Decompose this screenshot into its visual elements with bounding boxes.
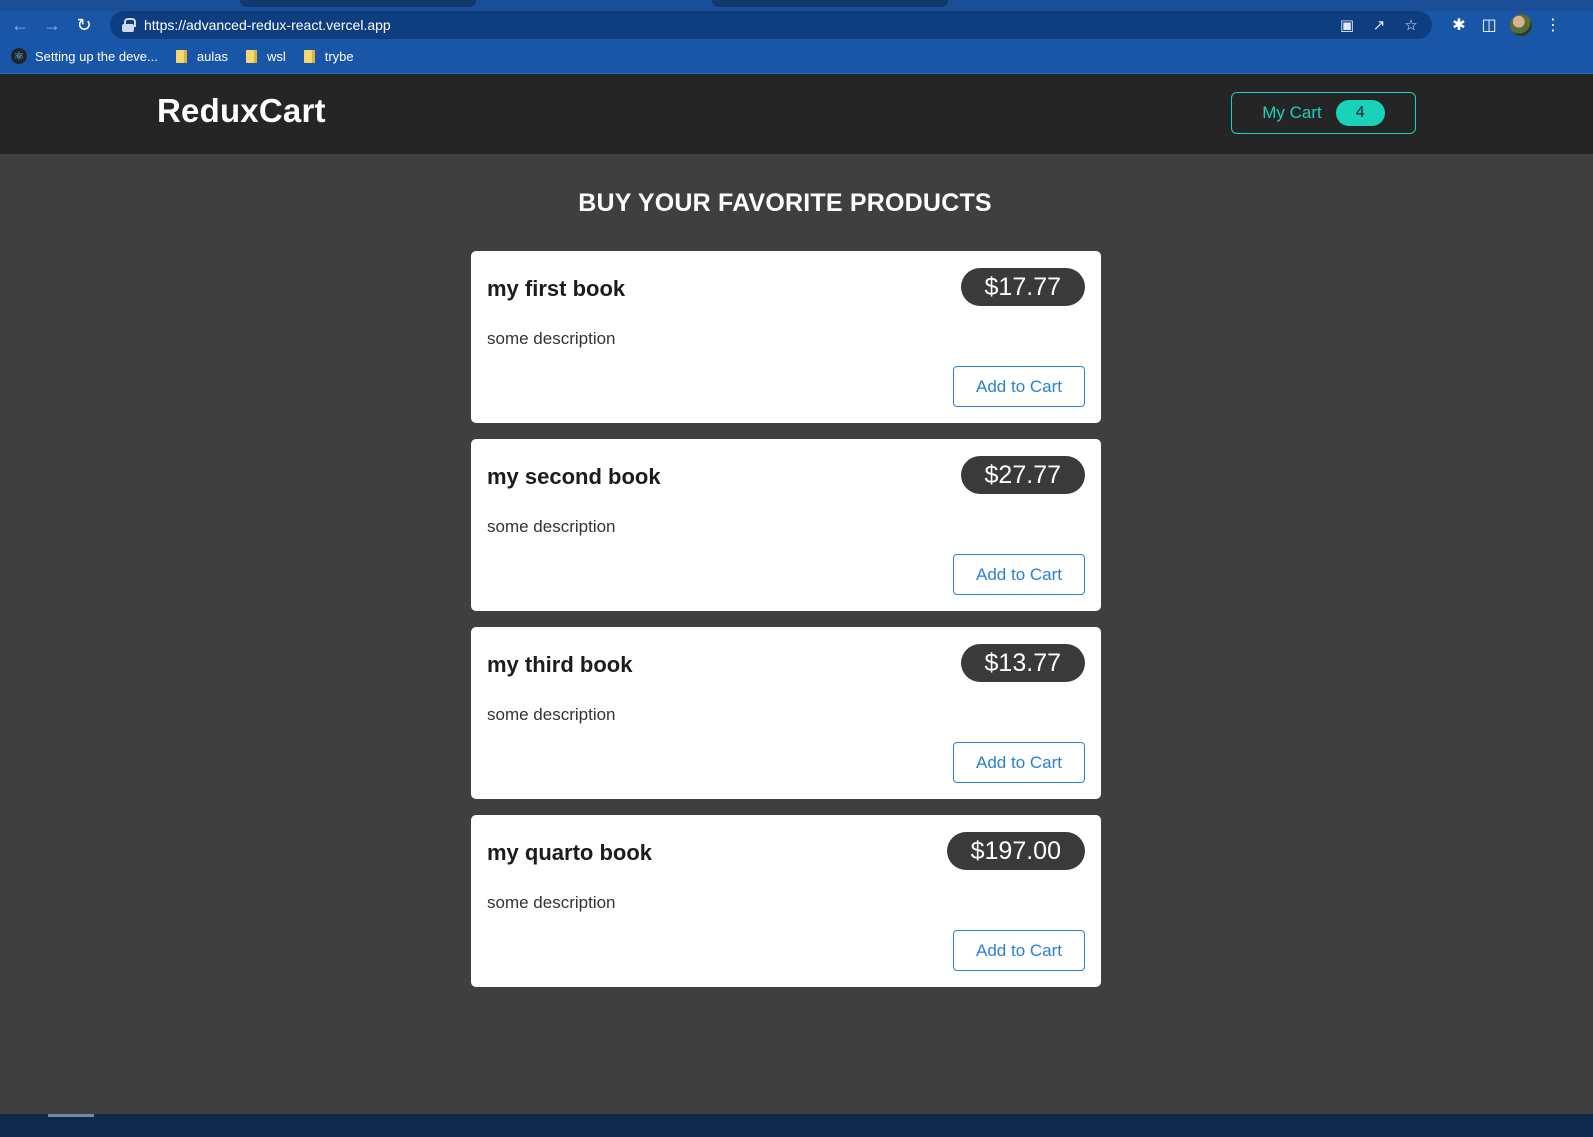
back-arrow-icon[interactable]: ← — [6, 11, 34, 39]
price-badge: $17.77 — [960, 268, 1085, 306]
product-description: some description — [487, 705, 616, 724]
forward-arrow-icon[interactable]: → — [38, 11, 66, 39]
add-to-cart-button[interactable]: Add to Cart — [953, 742, 1085, 783]
bookmark-label: Setting up the deve... — [35, 48, 158, 64]
profile-avatar[interactable] — [1510, 14, 1532, 36]
add-to-cart-button[interactable]: Add to Cart — [953, 930, 1085, 971]
product-title: my first book — [487, 276, 626, 301]
bookmark-wsl[interactable]: wsl — [245, 48, 286, 64]
app-logo: ReduxCart — [157, 92, 326, 129]
cart-count-badge: 4 — [1335, 100, 1385, 126]
product-description: some description — [487, 517, 616, 536]
reload-icon[interactable]: ↻ — [70, 11, 98, 39]
address-bar[interactable]: https://advanced-redux-react.vercel.app … — [110, 11, 1432, 39]
cart-label: My Cart — [1262, 103, 1322, 122]
folder-icon — [245, 49, 257, 63]
product-card: my second book $27.77 some description A… — [471, 439, 1101, 611]
bookmark-setting-up[interactable]: ⚛ Setting up the deve... — [11, 48, 158, 64]
my-cart-button[interactable]: My Cart 4 — [1231, 92, 1416, 134]
product-title: my second book — [487, 464, 661, 489]
price-badge: $13.77 — [960, 644, 1085, 682]
side-panel-icon[interactable]: ◫ — [1474, 15, 1504, 35]
price-badge: $197.00 — [946, 832, 1085, 870]
lock-icon — [122, 18, 136, 32]
folder-icon — [175, 49, 187, 63]
product-title: my quarto book — [487, 840, 653, 865]
add-to-cart-button[interactable]: Add to Cart — [953, 366, 1085, 407]
price-badge: $27.77 — [960, 456, 1085, 494]
star-icon[interactable]: ☆ — [1400, 16, 1422, 34]
product-description: some description — [487, 893, 616, 912]
translate-icon[interactable]: ▣ — [1336, 16, 1358, 34]
tab-strip — [0, 0, 1593, 11]
browser-tab[interactable] — [240, 0, 476, 7]
bookmark-aulas[interactable]: aulas — [175, 48, 228, 64]
browser-chrome: ← → ↻ https://advanced-redux-react.verce… — [0, 0, 1593, 74]
bookmark-label: aulas — [196, 48, 228, 64]
bookmark-trybe[interactable]: trybe — [303, 48, 354, 64]
page-title: BUY YOUR FAVORITE PRODUCTS — [578, 189, 992, 217]
bookmark-label: wsl — [266, 48, 286, 64]
bookmark-label: trybe — [324, 48, 354, 64]
menu-kebab-icon[interactable]: ⋮ — [1538, 15, 1568, 35]
os-taskbar — [0, 1114, 1593, 1137]
browser-toolbar: ← → ↻ https://advanced-redux-react.verce… — [0, 11, 1593, 39]
folder-icon — [303, 49, 315, 63]
taskbar-active-indicator[interactable] — [48, 1114, 94, 1117]
product-card: my first book $17.77 some description Ad… — [471, 251, 1101, 423]
extensions-icon[interactable]: ✱ — [1444, 15, 1474, 35]
react-icon: ⚛ — [11, 48, 27, 64]
url-text[interactable]: https://advanced-redux-react.vercel.app — [144, 17, 1326, 33]
browser-tab[interactable] — [712, 0, 948, 7]
product-list: my first book $17.77 some description Ad… — [471, 251, 1101, 1003]
product-description: some description — [487, 329, 616, 348]
bookmarks-bar: ⚛ Setting up the deve... aulas wsl trybe — [0, 39, 1593, 74]
app-header: ReduxCart My Cart 4 — [0, 74, 1593, 154]
share-icon[interactable]: ↗ — [1368, 16, 1390, 34]
product-card: my quarto book $197.00 some description … — [471, 815, 1101, 987]
product-card: my third book $13.77 some description Ad… — [471, 627, 1101, 799]
product-title: my third book — [487, 652, 633, 677]
add-to-cart-button[interactable]: Add to Cart — [953, 554, 1085, 595]
